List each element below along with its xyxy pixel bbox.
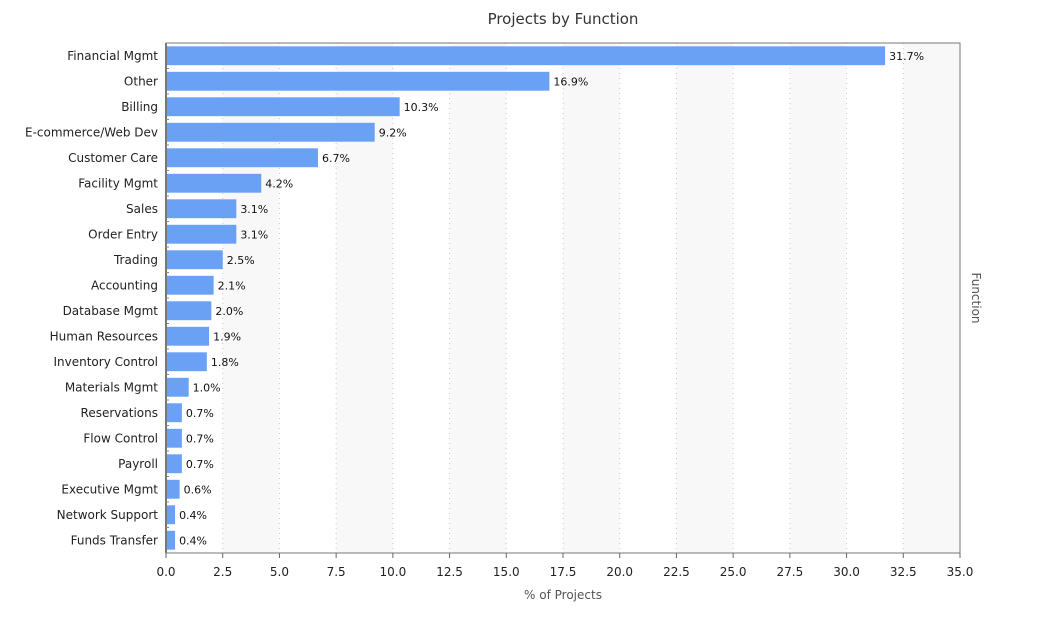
bar [166,301,212,321]
y-tick-label: Executive Mgmt [61,482,158,496]
x-tick-label: 17.5 [550,565,577,579]
y-tick-label: Accounting [91,278,158,292]
x-tick-label: 0.0 [156,565,175,579]
x-axis-label: % of Projects [524,588,602,602]
bar [166,46,886,66]
y-axis-label: Function [969,272,983,323]
x-tick-label: 20.0 [606,565,633,579]
bar-chart: 31.7% 16.9% 10.3% 9.2% 6.7% 4.2% 3.1% 3.1% 2.5% 2… [25,10,983,602]
data-label: 0.7% [186,432,214,445]
data-label: 2.5% [227,254,255,267]
y-tick-label: Financial Mgmt [67,49,158,63]
y-tick-label: Flow Control [83,431,158,445]
grid-band [676,43,734,553]
x-tick-label: 10.0 [379,565,406,579]
y-tick-label: Inventory Control [53,355,158,369]
data-label: 3.1% [240,203,268,216]
data-label: 0.7% [186,407,214,420]
bar [166,428,182,448]
grid-band [449,43,507,553]
bar [166,505,176,525]
x-tick-label: 35.0 [947,565,974,579]
y-tick-label: Funds Transfer [71,533,158,547]
data-label: 1.9% [213,330,241,343]
bar [166,97,400,117]
data-label: 0.4% [179,509,207,522]
bar [166,352,207,372]
bar [166,250,223,270]
y-tick-label: E-commerce/Web Dev [25,125,158,139]
y-tick-label: Reservations [81,406,158,420]
x-tick-label: 22.5 [663,565,690,579]
y-tick-label: Other [124,74,158,88]
y-tick-label: Human Resources [50,329,158,343]
bar [166,403,182,423]
data-label: 16.9% [553,75,588,88]
y-tick-label: Order Entry [88,227,158,241]
bar [166,122,375,142]
y-tick-label: Sales [126,202,158,216]
x-tick-label: 7.5 [327,565,346,579]
grid-band [903,43,960,553]
data-label: 6.7% [322,152,350,165]
y-tick-label: Billing [121,100,158,114]
data-label: 0.6% [184,483,212,496]
data-label: 2.1% [218,279,246,292]
x-tick-label: 5.0 [270,565,289,579]
data-label: 1.8% [211,356,239,369]
y-tick-label: Database Mgmt [63,304,159,318]
grid-band [789,43,847,553]
grid-band [336,43,393,553]
data-label: 10.3% [404,101,439,114]
bar [166,377,189,397]
x-tick-label: 2.5 [213,565,232,579]
bar [166,326,210,346]
bar [166,479,180,499]
data-label: 0.7% [186,458,214,471]
bar [166,199,237,219]
data-label: 0.4% [179,534,207,547]
y-tick-label: Payroll [118,457,158,471]
bar [166,530,176,550]
bar [166,224,237,244]
data-label: 9.2% [379,126,407,139]
data-label: 2.0% [215,305,243,318]
data-label: 31.7% [889,50,924,63]
bar [166,173,262,193]
chart-title: Projects by Function [488,10,639,28]
x-tick-label: 32.5 [890,565,917,579]
y-tick-label: Materials Mgmt [65,380,158,394]
y-tick-label: Network Support [57,508,159,522]
data-label: 3.1% [240,228,268,241]
y-tick-label: Trading [113,253,158,267]
grid-band [563,43,620,553]
data-label: 1.0% [193,381,221,394]
y-tick-label: Facility Mgmt [78,176,158,190]
bar [166,454,182,474]
bar [166,71,550,91]
grid-band [222,43,280,553]
x-tick-label: 15.0 [493,565,520,579]
bar [166,275,214,295]
bar [166,148,318,168]
x-tick-label: 27.5 [776,565,803,579]
data-label: 4.2% [265,177,293,190]
x-tick-label: 30.0 [833,565,860,579]
x-tick-label: 25.0 [720,565,747,579]
y-tick-label: Customer Care [68,151,158,165]
x-tick-label: 12.5 [436,565,463,579]
